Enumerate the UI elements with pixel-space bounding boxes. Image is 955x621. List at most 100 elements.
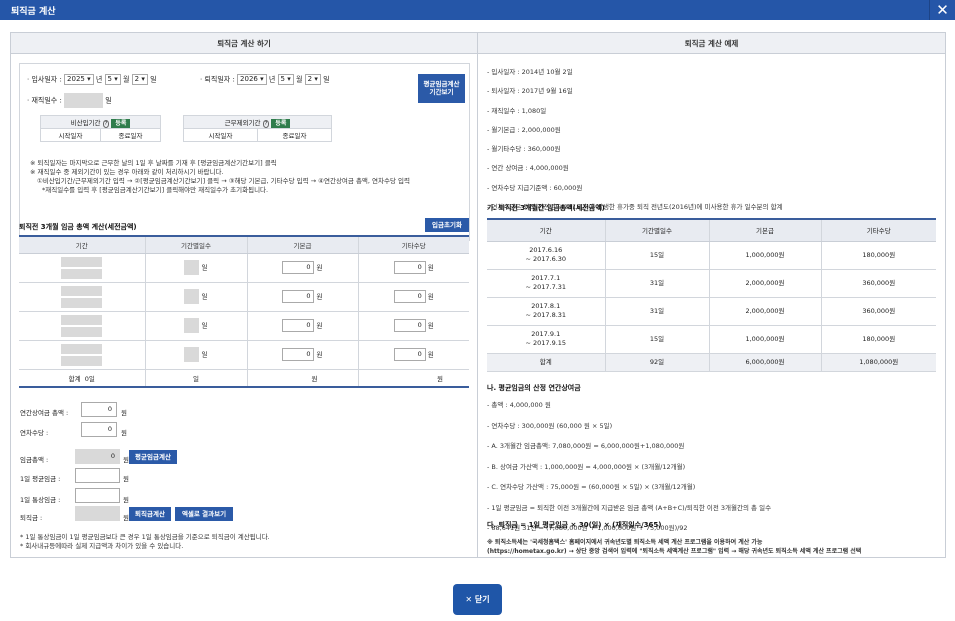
avg-wage-calc-button[interactable]: 평균임금계산 [129, 450, 177, 464]
work-excl-register-button[interactable]: 등록 [271, 119, 291, 128]
base-input[interactable]: 0 [282, 319, 315, 332]
excl-register-button[interactable]: 등록 [111, 119, 131, 128]
days-unit: 일 [201, 350, 208, 359]
total-other: 1,080,000원 [820, 353, 936, 372]
table-row: 2017.7.1 ~ 2017.7.31 31일 2,000,000원 360,000… [487, 269, 936, 298]
info-line: - 입사일자 : 2014년 10월 2일 [487, 68, 573, 76]
table-row: 일 0 원 0 원 [19, 340, 469, 370]
severance-calc-button[interactable]: 퇴직금계산 [129, 507, 171, 521]
leave-input[interactable]: 0 [81, 422, 117, 437]
reset-wage-button[interactable]: 입금초기화 [425, 218, 469, 232]
other-input[interactable]: 0 [393, 319, 426, 332]
exit-date-label: 퇴직일자 : [204, 75, 235, 84]
cell-period: 2017.7.1 ~ 2017.7.31 [487, 269, 605, 298]
table-row: 일 0 원 0 원 [19, 282, 469, 312]
example-panel-header: 퇴직금 계산 예제 [478, 33, 945, 54]
table-row: 2017.8.1 ~ 2017.8.31 31일 2,000,000원 360,000… [487, 297, 936, 326]
calc-lines: - 총액 : 4,000,000 원 - 연차수당 : 300,000원 (60… [487, 395, 942, 539]
exit-date-row: · 퇴직일자 : 2026 ▾ 년 5 ▾ 월 2 ▾ 일 [200, 74, 330, 85]
entry-month-select[interactable]: 5 ▾ [104, 74, 121, 85]
work-excl-label: 근무제외기간 [224, 119, 261, 127]
cell-days: 31일 [604, 269, 709, 298]
window-title: 퇴직금 계산 [11, 7, 56, 17]
work-excl-table: 근무제외기간 ? 등록 시작일자 종료일자 [183, 115, 332, 142]
days-field [184, 347, 200, 362]
footnote-line: * 1일 통상임금이 1일 평균임금보다 큰 경우 1일 통상임금을 기준으로 … [20, 533, 270, 541]
window-titlebar: 퇴직금 계산 ✕ [0, 0, 955, 20]
other-unit: 원 [427, 263, 434, 272]
work-excl-start-date[interactable]: 시작일자 [183, 128, 258, 142]
other-input[interactable]: 0 [393, 290, 426, 303]
base-unit: 원 [316, 263, 323, 272]
normal-wage-input[interactable] [75, 488, 120, 503]
exit-year-select[interactable]: 2026 ▾ [237, 74, 267, 85]
severance-field [75, 506, 120, 521]
excl-period-label: 비산입기간 [70, 119, 101, 127]
wage-section-title: 퇴직전 3개월 임금 총액 계산(세전금액) [19, 223, 137, 231]
exit-day-select[interactable]: 2 ▾ [304, 74, 321, 85]
close-button[interactable]: ✕ 닫기 [453, 584, 502, 615]
bonus-label: 연간상여금 총액 : [20, 409, 69, 417]
close-icon[interactable]: ✕ [929, 0, 955, 20]
note-line: ①비산입기간/근무제외기간 입력 → ②[평균임금계산기간보기] 클릭 → ③해… [37, 177, 410, 185]
total-other: 원 [357, 369, 469, 388]
days-unit: 일 [201, 292, 208, 301]
cell-period: 2017.6.16 ~ 2017.6.30 [487, 241, 605, 270]
base-unit: 원 [316, 321, 323, 330]
info-line: - 연차수당 지급기준액 : 60,000원 [487, 183, 583, 192]
excl-end-date[interactable]: 종료일자 [99, 128, 162, 142]
period-end [61, 297, 103, 308]
entry-day-select[interactable]: 2 ▾ [131, 74, 148, 85]
leave-unit: 원 [121, 429, 127, 437]
other-input[interactable]: 0 [393, 348, 426, 361]
section-b-title: 나. 평균임금의 산정 연간상여금 [487, 384, 581, 392]
cell-other: 180,000원 [820, 325, 936, 354]
footnote-line: * 회사내규등에따라 실제 지급액과 차이가 있을 수 있습니다. [20, 542, 184, 550]
help-icon[interactable]: ? [262, 120, 270, 128]
days-field [184, 260, 200, 275]
date-input-box: · 입사일자 : 2025 ▾ 년 5 ▾ 월 2 ▾ 일 · 퇴직일자 : 2… [19, 63, 470, 241]
severance-label: 퇴직금 : [20, 514, 43, 522]
base-input[interactable]: 0 [282, 261, 315, 274]
col-period: 기간 [487, 218, 605, 242]
col-days: 기간별일수 [144, 235, 247, 254]
entry-year-select[interactable]: 2025 ▾ [64, 74, 94, 85]
table-row: 일 0 원 0 원 [19, 311, 469, 341]
calc-line: - C. 연차수당 가산액 : 75,000원 = (60,000원 × 5일)… [487, 483, 696, 491]
tax-note: ※ 퇴직소득세는 '국세청홈택스' 홈페이지에서 귀속년도별 퇴직소득 세액 계… [487, 538, 942, 556]
total-row: 합계 92일 6,000,000원 1,080,000원 [487, 353, 936, 372]
base-input[interactable]: 0 [282, 290, 315, 303]
workdays-row: · 재직일수 : 일 [27, 93, 112, 108]
col-other: 기타수당 [820, 218, 936, 242]
wage-total-field: 0 [75, 449, 120, 464]
other-input[interactable]: 0 [393, 261, 426, 274]
exit-month-select[interactable]: 5 ▾ [277, 74, 294, 85]
help-icon[interactable]: ? [102, 120, 110, 128]
calc-line: - B. 상여금 가산액 : 1,000,000원 = 4,000,000원 ×… [487, 462, 686, 471]
cell-period: 2017.9.1 ~ 2017.9.15 [487, 325, 605, 354]
avg-day-input[interactable] [75, 468, 120, 483]
days-field [184, 289, 200, 304]
normal-wage-unit: 원 [123, 496, 129, 504]
wage-total-label: 임금총액 : [20, 456, 49, 464]
workdays-field [64, 93, 104, 108]
bonus-input[interactable]: 0 [81, 402, 117, 417]
cell-base: 2,000,000원 [708, 297, 821, 326]
calc-line: - 총액 : 4,000,000 원 [487, 401, 551, 409]
calc-line: - 연차수당 : 300,000원 (60,000 원 × 5일) [487, 421, 613, 430]
excel-export-button[interactable]: 엑셀로 결과보기 [175, 507, 233, 521]
col-other: 기타수당 [357, 235, 469, 254]
excl-start-date[interactable]: 시작일자 [40, 128, 101, 142]
avg-period-button[interactable]: 평균임금계산 기간보기 [418, 74, 465, 103]
base-input[interactable]: 0 [282, 348, 315, 361]
cell-base: 1,000,000원 [708, 325, 821, 354]
work-excl-end-date[interactable]: 종료일자 [257, 128, 332, 142]
example-table: 기간 기간별일수 기본급 기타수당 2017.6.16 ~ 2017.6.30 1… [487, 218, 936, 372]
col-base: 기본급 [246, 235, 358, 254]
cell-other: 360,000원 [820, 297, 936, 326]
example-info: - 입사일자 : 2014년 10월 2일 - 퇴사일자 : 2017년 9월 … [487, 63, 937, 217]
cell-base: 2,000,000원 [708, 269, 821, 298]
close-button-label: 닫기 [474, 595, 490, 604]
info-line: - 월기본급 : 2,000,000원 [487, 125, 561, 134]
calc-panel: 퇴직금 계산 하기 · 입사일자 : 2025 ▾ 년 5 ▾ 월 2 ▾ 일 … [10, 32, 478, 558]
